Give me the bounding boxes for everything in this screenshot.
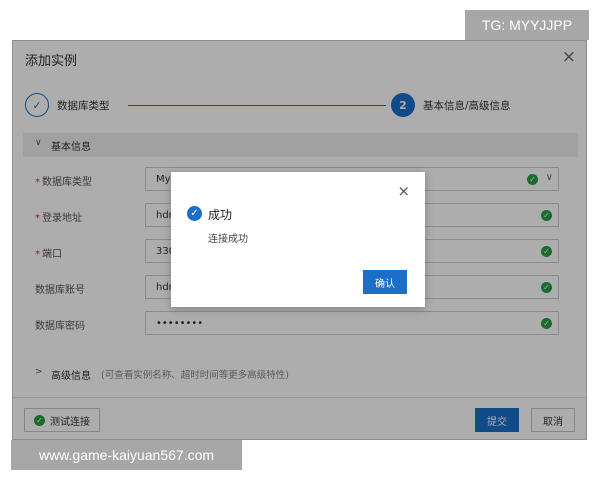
close-icon[interactable]: × xyxy=(397,182,410,200)
page: 添加实例 × ✓ 数据库类型 2 基本信息/高级信息 ∨ 基本信息 * 数据库类型… xyxy=(0,0,600,480)
success-modal: × ✓ 成功 连接成功 确认 xyxy=(171,172,425,307)
success-check-icon: ✓ xyxy=(187,206,202,221)
watermark-top: TG: MYYJJPP xyxy=(465,10,589,40)
watermark-bottom: www.game-kaiyuan567.com xyxy=(11,440,242,470)
confirm-button[interactable]: 确认 xyxy=(363,270,407,294)
modal-title: 成功 xyxy=(208,208,233,222)
modal-message: 连接成功 xyxy=(208,234,248,245)
